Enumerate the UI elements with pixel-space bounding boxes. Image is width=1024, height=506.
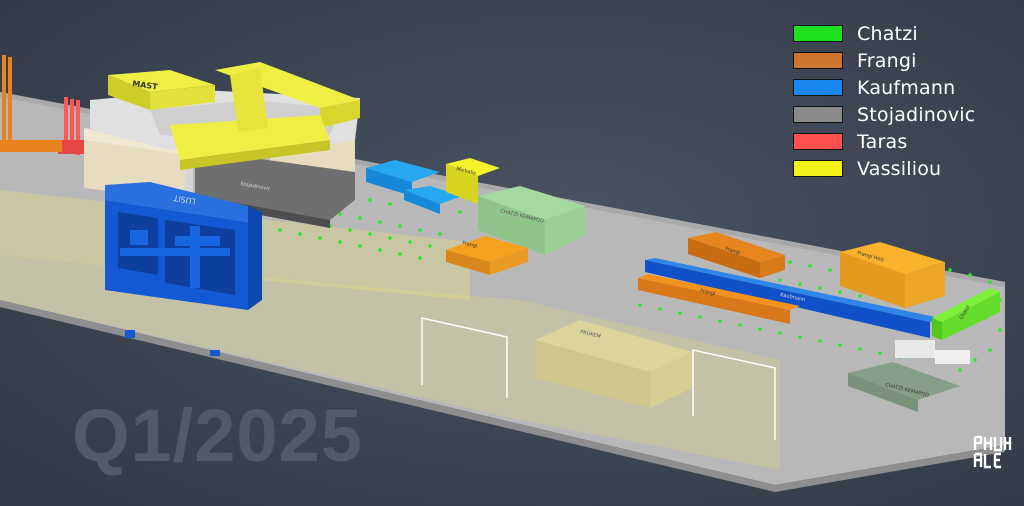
legend-label: Frangi	[857, 49, 917, 72]
legend-swatch	[793, 25, 843, 42]
legend-item-kaufmann: Kaufmann	[793, 74, 1013, 101]
legend-label: Kaufmann	[857, 76, 956, 99]
legend-item-vassiliou: Vassiliou	[793, 155, 1013, 182]
legend-item-stojadinovic: Stojadinovic	[793, 101, 1013, 128]
legend-swatch	[793, 133, 843, 150]
legend-label: Chatzi	[857, 22, 918, 45]
legend-item-chatzi: Chatzi	[793, 20, 1013, 47]
legend-label: Vassiliou	[857, 157, 942, 180]
legend-swatch	[793, 160, 843, 177]
institute-logo	[973, 435, 1012, 469]
quarter-watermark: Q1/2025	[72, 394, 363, 477]
legend-item-taras: Taras	[793, 128, 1013, 155]
legend-label: Taras	[857, 130, 908, 153]
legend-swatch	[793, 52, 843, 69]
legend-swatch	[793, 79, 843, 96]
legend-label: Stojadinovic	[857, 103, 976, 126]
legend: Chatzi Frangi Kaufmann Stojadinovic Tara…	[793, 20, 1013, 182]
legend-swatch	[793, 106, 843, 123]
legend-item-frangi: Frangi	[793, 47, 1013, 74]
